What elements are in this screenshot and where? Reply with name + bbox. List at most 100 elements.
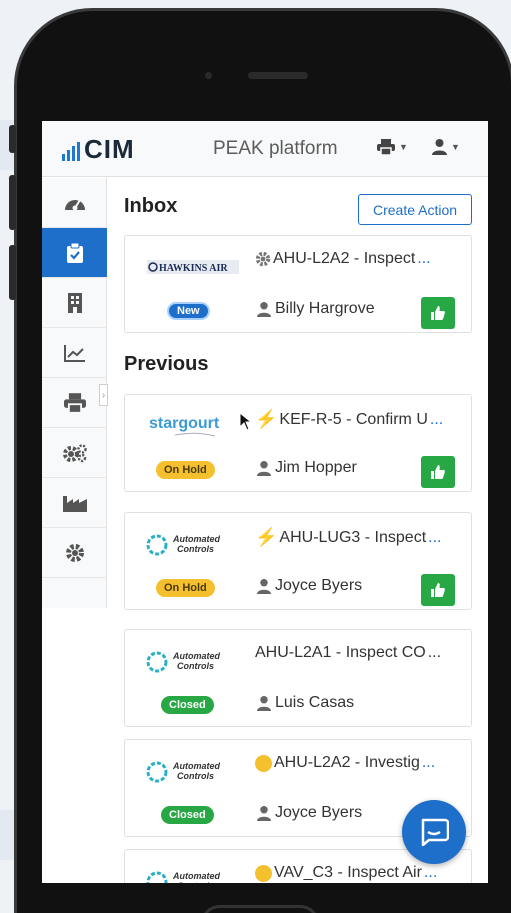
- logo-bars-icon: [62, 142, 80, 161]
- industry-icon: [62, 495, 87, 512]
- chart-line-icon: [63, 344, 85, 362]
- status-badge: Closed: [161, 806, 214, 824]
- logo-text: stargourt: [149, 415, 220, 432]
- phone-mute-switch: [9, 125, 16, 153]
- sidebar-item-settings[interactable]: [42, 528, 107, 578]
- svg-text:Controls: Controls: [177, 661, 214, 671]
- sidebar-item-configuration[interactable]: [42, 428, 107, 478]
- company-logo: Automated Controls: [145, 644, 241, 678]
- lightning-icon: ⚡: [255, 527, 278, 547]
- smiley-icon: [255, 864, 272, 882]
- create-action-button[interactable]: Create Action: [358, 194, 472, 225]
- user-icon: [432, 139, 447, 155]
- user-icon: [257, 460, 271, 476]
- assignee: Joyce Byers: [257, 804, 362, 822]
- phone-home-button: [200, 905, 320, 913]
- gear-icon: [255, 251, 271, 267]
- platform-title: PEAK platform: [213, 138, 338, 159]
- cim-logo[interactable]: CIM: [62, 134, 135, 164]
- company-logo: Automated Controls: [145, 864, 241, 883]
- approve-button[interactable]: [421, 574, 455, 606]
- automated-controls-logo: Automated Controls: [146, 761, 221, 783]
- chevron-down-icon: ▼: [451, 142, 460, 152]
- inbox-heading: Inbox: [124, 195, 178, 217]
- chat-icon: [421, 818, 449, 846]
- action-title: AHU-L2A1 - Inspect CO...: [255, 644, 442, 661]
- app-screen: CIM PEAK platform ▼ ▼ › Inbox Create Act…: [42, 121, 488, 883]
- svg-text:Controls: Controls: [177, 881, 214, 883]
- company-logo: stargourt: [145, 409, 241, 443]
- sidebar: ›: [42, 178, 108, 608]
- svg-text:Automated: Automated: [172, 534, 221, 544]
- stargourt-logo: stargourt: [149, 415, 220, 437]
- company-logo: HAWKINS AIR: [145, 250, 241, 284]
- automated-controls-logo: Automated Controls: [146, 534, 221, 556]
- sidebar-item-dashboard[interactable]: [42, 178, 107, 228]
- printer-icon: [63, 392, 86, 413]
- action-card[interactable]: stargourt ⚡ KEF-R-5 - Confirm U... On Ho…: [124, 394, 472, 492]
- print-menu-button[interactable]: ▼: [377, 139, 408, 155]
- user-icon: [257, 301, 271, 317]
- cogs-icon: [62, 443, 87, 462]
- company-logo: Automated Controls: [145, 527, 241, 561]
- logo-text: HAWKINS AIR: [159, 263, 228, 274]
- previous-heading: Previous: [124, 353, 209, 375]
- status-badge: On Hold: [156, 461, 215, 479]
- assignee: Billy Hargrove: [257, 300, 375, 318]
- status-badge: Closed: [161, 696, 214, 714]
- phone-camera: [205, 72, 212, 79]
- svg-text:Controls: Controls: [177, 544, 214, 554]
- action-title: AHU-L2A2 - Inspect ...: [255, 250, 431, 268]
- action-title: ⚡ AHU-LUG3 - Inspect ...: [255, 527, 442, 547]
- phone-volume-up: [9, 175, 16, 230]
- gear-icon: [65, 543, 84, 562]
- sidebar-collapse-toggle[interactable]: ›: [99, 384, 108, 406]
- mouse-cursor-icon: [240, 413, 252, 431]
- automated-controls-logo: Automated Controls: [146, 871, 221, 883]
- thumbs-up-icon: [431, 465, 445, 479]
- status-badge: On Hold: [156, 579, 215, 597]
- approve-button[interactable]: [421, 456, 455, 488]
- status-badge: New: [167, 302, 210, 320]
- user-menu-button[interactable]: ▼: [432, 139, 460, 155]
- sidebar-item-analytics[interactable]: [42, 328, 107, 378]
- thumbs-up-icon: [431, 583, 445, 597]
- clipboard-check-icon: [66, 242, 83, 263]
- sidebar-item-buildings[interactable]: [42, 278, 107, 328]
- lightning-icon: ⚡: [255, 409, 278, 429]
- svg-text:Automated: Automated: [172, 651, 221, 661]
- hawkins-air-logo: HAWKINS AIR: [147, 260, 239, 274]
- printer-icon: [377, 139, 395, 155]
- action-title: AHU-L2A2 - Investig...: [255, 754, 435, 772]
- action-title: VAV_C3 - Inspect Air ...: [255, 864, 437, 882]
- app-header: CIM PEAK platform ▼ ▼: [42, 121, 488, 177]
- sidebar-item-actions[interactable]: [42, 228, 107, 278]
- svg-text:Automated: Automated: [172, 761, 221, 771]
- chevron-down-icon: ▼: [399, 142, 408, 152]
- building-icon: [67, 292, 82, 313]
- chat-button[interactable]: [402, 800, 466, 864]
- assignee: Joyce Byers: [257, 577, 362, 595]
- action-card[interactable]: Automated Controls AHU-L2A1 - Inspect CO…: [124, 629, 472, 727]
- smiley-icon: [255, 754, 272, 772]
- automated-controls-logo: Automated Controls: [146, 651, 221, 673]
- svg-text:Controls: Controls: [177, 771, 214, 781]
- action-card[interactable]: HAWKINS AIR AHU-L2A2 - Inspect ... New B…: [124, 235, 472, 333]
- approve-button[interactable]: [421, 297, 455, 329]
- action-card[interactable]: Automated Controls ⚡ AHU-LUG3 - Inspect …: [124, 512, 472, 610]
- sidebar-item-print[interactable]: [42, 378, 107, 428]
- sidebar-item-facilities[interactable]: [42, 478, 107, 528]
- user-icon: [257, 578, 271, 594]
- phone-speaker: [248, 72, 308, 79]
- assignee: Luis Casas: [257, 694, 354, 712]
- assignee: Jim Hopper: [257, 459, 357, 477]
- company-logo: Automated Controls: [145, 754, 241, 788]
- dashboard-icon: [64, 198, 85, 210]
- logo-text: CIM: [84, 134, 135, 164]
- user-icon: [257, 805, 271, 821]
- user-icon: [257, 695, 271, 711]
- thumbs-up-icon: [431, 306, 445, 320]
- phone-volume-down: [9, 245, 16, 300]
- chevron-right-icon: ›: [101, 389, 106, 401]
- svg-text:Automated: Automated: [172, 871, 221, 881]
